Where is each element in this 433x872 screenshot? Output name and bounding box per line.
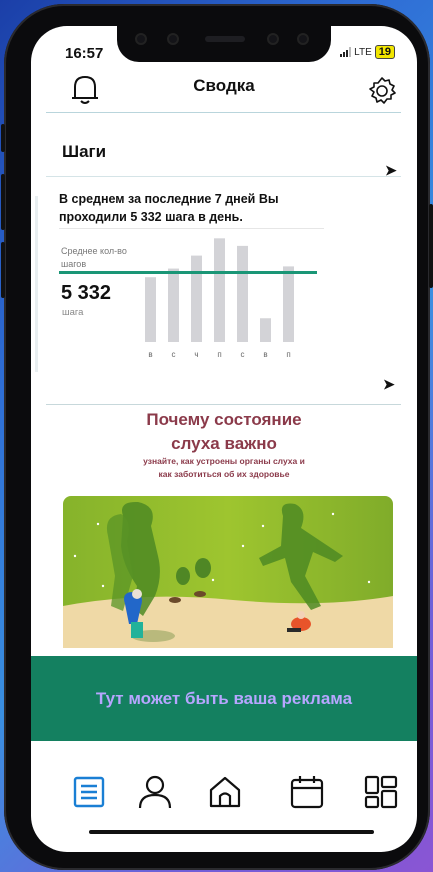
average-line xyxy=(59,271,317,274)
speaker-grill xyxy=(205,36,245,42)
mute-switch xyxy=(1,124,5,152)
card-edge xyxy=(35,196,38,372)
tab-profile[interactable] xyxy=(135,772,175,812)
steps-bar xyxy=(214,238,225,342)
status-time: 16:57 xyxy=(65,45,104,62)
steps-section-title[interactable]: Шаги xyxy=(62,142,106,162)
tab-dashboard[interactable] xyxy=(361,772,401,812)
article-title-line2: слуха важно xyxy=(171,434,277,453)
steps-bar xyxy=(191,255,202,342)
day-label: в xyxy=(148,350,152,359)
steps-bar xyxy=(168,268,179,342)
steps-divider xyxy=(46,176,401,177)
tab-list[interactable] xyxy=(69,772,109,812)
tab-calendar[interactable] xyxy=(287,772,327,812)
home-indicator xyxy=(89,830,374,834)
phone-frame: 16:57 LTE 19 Сводка Шаги ➤ В среднем за … xyxy=(1,4,433,870)
dashboard-icon xyxy=(364,775,398,809)
home-icon xyxy=(209,776,241,808)
article-title-line1: Почему состояние xyxy=(146,410,302,429)
article-subtitle-line2: как заботиться об их здоровье xyxy=(158,469,290,479)
gear-icon[interactable] xyxy=(367,76,397,111)
day-label: с xyxy=(172,350,176,359)
ad-banner[interactable]: Тут может быть ваша реклама xyxy=(31,656,417,741)
person-icon xyxy=(138,775,172,809)
average-label: Среднее кол-во шагов xyxy=(61,246,127,269)
front-camera-icon xyxy=(297,33,309,45)
sensor-icon xyxy=(267,33,279,45)
volume-down-button xyxy=(1,242,5,298)
volume-up-button xyxy=(1,174,5,230)
ad-text: Тут может быть ваша реклама xyxy=(95,688,353,708)
steps-bar xyxy=(283,266,294,342)
header: Сводка xyxy=(31,70,417,110)
article-illustration[interactable] xyxy=(63,496,393,648)
steps-average-text: В среднем за последние 7 дней Вы проходи… xyxy=(59,192,279,224)
steps-bar-chart: всчпсвп xyxy=(145,238,294,359)
average-unit: шага xyxy=(62,307,84,318)
day-label: ч xyxy=(194,350,198,359)
steps-bar xyxy=(145,277,156,342)
chevron-right-icon[interactable]: ➤ xyxy=(383,376,395,393)
sensor-icon xyxy=(167,33,179,45)
list-icon xyxy=(73,776,105,808)
steps-bar xyxy=(260,318,271,342)
battery-level: 19 xyxy=(374,45,395,59)
day-label: в xyxy=(263,350,267,359)
article-subtitle-line1: узнайте, как устроены органы слуха и xyxy=(143,456,305,466)
average-value: 5 332 xyxy=(61,282,112,304)
card-bottom-divider xyxy=(46,404,401,405)
article-subtitle: узнайте, как устроены органы слуха и как… xyxy=(31,455,417,481)
notch xyxy=(117,26,331,62)
tab-bar xyxy=(31,766,417,822)
header-divider xyxy=(46,112,401,113)
article-title[interactable]: Почему состояние слуха важно xyxy=(31,408,417,456)
page-title: Сводка xyxy=(193,76,255,95)
tab-home[interactable] xyxy=(205,772,245,812)
network-type: LTE xyxy=(354,46,372,58)
camera-icon xyxy=(135,33,147,45)
calendar-icon xyxy=(290,776,324,809)
steps-bar xyxy=(237,245,248,342)
screen: 16:57 LTE 19 Сводка Шаги ➤ В среднем за … xyxy=(31,26,417,852)
day-label: п xyxy=(286,350,290,359)
signal-icon xyxy=(340,47,352,57)
power-button xyxy=(429,204,433,288)
day-label: п xyxy=(217,350,221,359)
day-label: с xyxy=(241,350,245,359)
status-indicators: LTE 19 xyxy=(340,45,395,59)
